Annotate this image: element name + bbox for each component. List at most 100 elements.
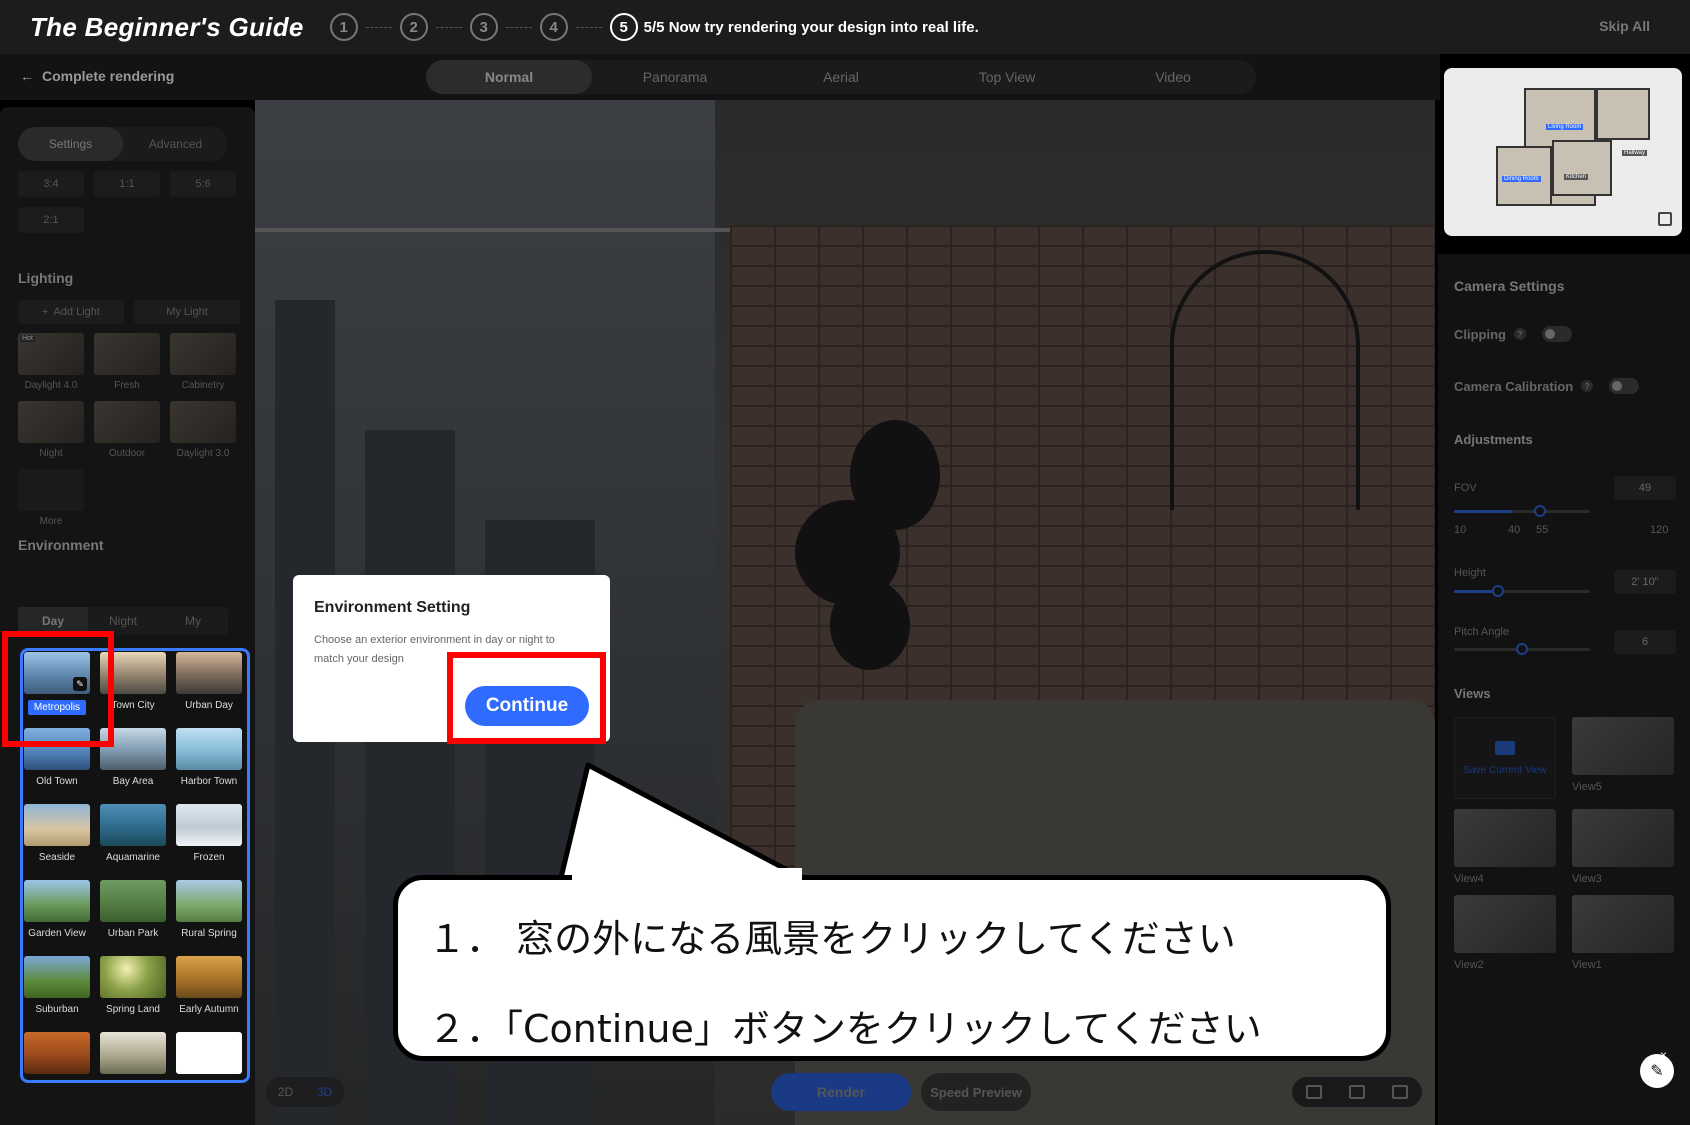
slider-knob[interactable] <box>1516 643 1528 655</box>
env-early-autumn[interactable]: Early Autumn <box>176 956 242 1024</box>
view-thumbnail <box>1572 717 1674 775</box>
env-aquamarine[interactable]: Aquamarine <box>100 804 166 872</box>
environment-title: Environment <box>18 537 104 553</box>
view-tools <box>1292 1077 1422 1107</box>
slider-knob[interactable] <box>1492 585 1504 597</box>
preset-thumbnail <box>170 401 236 443</box>
map-room <box>1596 88 1650 140</box>
env-frozen[interactable]: Frozen <box>176 804 242 872</box>
add-light-button[interactable]: + Add Light <box>18 300 124 324</box>
lighting-preset[interactable]: Daylight 3.0 <box>170 401 236 459</box>
env-thumbnail <box>176 728 242 770</box>
env-label: Seaside <box>38 852 76 863</box>
skip-all-button[interactable]: Skip All <box>1599 18 1650 34</box>
env-autumn[interactable] <box>24 1032 90 1100</box>
lighting-preset[interactable]: Outdoor <box>94 401 160 459</box>
height-slider[interactable] <box>1454 585 1590 597</box>
view-item[interactable]: View2 <box>1454 895 1556 971</box>
tab-normal[interactable]: Normal <box>426 60 592 94</box>
env-thumbnail <box>176 652 242 694</box>
view-thumbnail <box>1454 809 1556 867</box>
feedback-icon[interactable]: ✎ <box>1640 1054 1674 1088</box>
step-text: 5/5 Now try rendering your design into r… <box>643 18 979 36</box>
tab-video[interactable]: Video <box>1090 60 1256 94</box>
save-current-view-button[interactable]: Save Current View <box>1454 717 1556 799</box>
slider-fill <box>1454 510 1512 513</box>
render-header: ← Complete rendering Normal Panorama Aer… <box>0 54 1440 100</box>
height-input[interactable]: 2' 10" <box>1614 570 1676 594</box>
speed-preview-button[interactable]: Speed Preview <box>921 1073 1031 1111</box>
env-label: Aquamarine <box>106 852 160 863</box>
ratio-3-4[interactable]: 3:4 <box>18 171 84 197</box>
env-suburban[interactable]: Suburban <box>24 956 90 1024</box>
env-hazy[interactable] <box>100 1032 166 1100</box>
fov-input[interactable]: 49 <box>1614 476 1676 500</box>
back-button[interactable]: ← Complete rendering <box>20 68 174 84</box>
camera-calibration-toggle[interactable] <box>1609 378 1640 394</box>
save-view-label: Save Current View <box>1463 764 1547 776</box>
ratio-1-1[interactable]: 1:1 <box>94 171 160 197</box>
map-label: Dining Room <box>1502 176 1541 182</box>
3d-option[interactable]: 3D <box>317 1085 332 1099</box>
env-rural-spring[interactable]: Rural Spring <box>176 880 242 948</box>
view-label: View2 <box>1454 959 1484 971</box>
close-icon[interactable]: × <box>1660 1048 1667 1062</box>
pitch-angle-slider[interactable] <box>1454 643 1590 655</box>
saved-views: Save Current View View5 View4 View3 View… <box>1454 717 1674 971</box>
env-blank[interactable] <box>176 1032 242 1100</box>
env-spring-land[interactable]: Spring Land <box>100 956 166 1024</box>
expand-icon[interactable] <box>1658 212 1672 226</box>
render-button[interactable]: Render <box>771 1073 911 1111</box>
map-label: Hallway <box>1622 150 1648 156</box>
pendant-lamp <box>1170 250 1360 510</box>
grid-icon[interactable] <box>1305 1085 1322 1099</box>
more-presets[interactable]: More <box>18 469 84 527</box>
view-thumbnail <box>1572 895 1674 953</box>
env-urban-day[interactable]: Urban Day <box>176 652 242 720</box>
camera-plus-icon <box>1495 740 1515 755</box>
view-item[interactable]: View5 <box>1572 717 1674 799</box>
tab-settings[interactable]: Settings <box>18 127 123 161</box>
tab-aerial[interactable]: Aerial <box>758 60 924 94</box>
lighting-preset[interactable]: Night <box>18 401 84 459</box>
help-icon[interactable]: ? <box>1514 328 1526 340</box>
floor-plan-minimap[interactable]: Living Room Hallway Dining Room Kitchen <box>1444 68 1682 236</box>
view-item[interactable]: View1 <box>1572 895 1674 971</box>
2d-3d-toggle[interactable]: 2D 3D <box>266 1077 344 1107</box>
tab-panorama[interactable]: Panorama <box>592 60 758 94</box>
env-seaside[interactable]: Seaside <box>24 804 90 872</box>
my-light-button[interactable]: My Light <box>134 300 240 324</box>
env-harbor-town[interactable]: Harbor Town <box>176 728 242 796</box>
ratio-2-1[interactable]: 2:1 <box>18 207 84 233</box>
fov-tick: 10 <box>1454 524 1467 536</box>
map-label: Kitchen <box>1564 174 1589 180</box>
env-urban-park[interactable]: Urban Park <box>100 880 166 948</box>
fov-slider[interactable] <box>1454 505 1590 517</box>
step-separator <box>365 26 392 28</box>
env-label: Garden View <box>28 928 86 939</box>
height-label: Height <box>1454 567 1486 579</box>
camera-add-icon[interactable] <box>1348 1085 1365 1099</box>
preset-thumbnail <box>94 401 160 443</box>
env-garden-view[interactable]: Garden View <box>24 880 90 948</box>
preset-label: Daylight 4.0 <box>24 380 78 391</box>
guide-steps: 1 2 3 4 5 5/5 Now try rendering your des… <box>329 13 979 41</box>
lighting-preset[interactable]: Cabinetry <box>170 333 236 391</box>
lighting-preset[interactable]: Fresh <box>94 333 160 391</box>
tab-my[interactable]: My <box>158 607 228 635</box>
help-icon[interactable]: ? <box>1581 380 1594 392</box>
tab-top-view[interactable]: Top View <box>924 60 1090 94</box>
view-item[interactable]: View4 <box>1454 809 1556 885</box>
ratio-5-6[interactable]: 5:6 <box>170 171 236 197</box>
2d-option[interactable]: 2D <box>278 1085 293 1099</box>
fit-view-icon[interactable] <box>1392 1085 1409 1099</box>
pitch-angle-input[interactable]: 6 <box>1614 630 1676 654</box>
tab-advanced[interactable]: Advanced <box>123 127 228 161</box>
camera-settings-title: Camera Settings <box>1454 278 1565 294</box>
dialog-title: Environment Setting <box>314 599 471 616</box>
clipping-toggle[interactable] <box>1542 326 1572 342</box>
lighting-preset[interactable]: Hot Daylight 4.0 <box>18 333 84 391</box>
instruction-line-1: １． 窓の外になる風景をクリックしてください <box>428 917 1236 961</box>
view-item[interactable]: View3 <box>1572 809 1674 885</box>
slider-knob[interactable] <box>1534 505 1546 517</box>
